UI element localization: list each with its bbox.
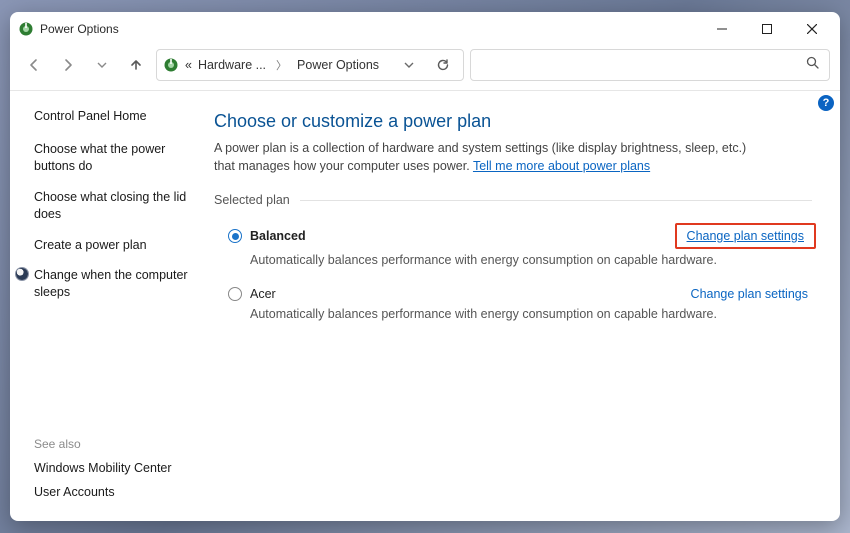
sidebar-link-closing-lid[interactable]: Choose what closing the lid does: [34, 189, 198, 223]
control-panel-home-link[interactable]: Control Panel Home: [34, 109, 198, 123]
power-options-icon: [18, 21, 34, 37]
sidebar-link-computer-sleeps[interactable]: Change when the computer sleeps: [34, 267, 198, 301]
power-plan-balanced: Balanced Change plan settings Automatica…: [214, 217, 812, 279]
page-title: Choose or customize a power plan: [214, 111, 812, 132]
plan-name[interactable]: Acer: [250, 287, 276, 301]
forward-button[interactable]: [54, 51, 82, 79]
divider: [300, 200, 812, 201]
close-button[interactable]: [789, 14, 834, 44]
intro-text: A power plan is a collection of hardware…: [214, 140, 754, 175]
power-options-icon: [163, 57, 179, 73]
see-also-heading: See also: [34, 437, 198, 451]
recent-dropdown[interactable]: [88, 51, 116, 79]
power-plan-acer: Acer Change plan settings Automatically …: [214, 279, 812, 333]
back-button[interactable]: [20, 51, 48, 79]
minimize-button[interactable]: [699, 14, 744, 44]
breadcrumb-segment[interactable]: Power Options: [297, 58, 379, 72]
change-plan-settings-link[interactable]: Change plan settings: [683, 227, 808, 245]
section-label: Selected plan: [214, 193, 300, 207]
sidebar: Control Panel Home Choose what the power…: [10, 91, 210, 521]
see-also-user-accounts[interactable]: User Accounts: [34, 485, 198, 499]
sidebar-link-create-plan[interactable]: Create a power plan: [34, 237, 198, 254]
titlebar: Power Options: [10, 12, 840, 46]
plan-name[interactable]: Balanced: [250, 229, 306, 243]
search-icon: [806, 56, 819, 74]
up-button[interactable]: [122, 51, 150, 79]
refresh-button[interactable]: [429, 51, 457, 79]
plan-description: Automatically balances performance with …: [228, 249, 812, 267]
change-plan-settings-link[interactable]: Change plan settings: [687, 285, 812, 303]
section-header: Selected plan: [214, 193, 812, 207]
address-bar[interactable]: « Hardware ... 〉 Power Options: [156, 49, 464, 81]
breadcrumb-segment[interactable]: Hardware ...: [198, 58, 266, 72]
search-input[interactable]: [470, 49, 830, 81]
help-icon[interactable]: ?: [818, 95, 834, 111]
breadcrumb-prefix: «: [185, 58, 192, 72]
maximize-button[interactable]: [744, 14, 789, 44]
learn-more-link[interactable]: Tell me more about power plans: [473, 159, 650, 173]
radio-balanced[interactable]: [228, 229, 242, 243]
chevron-right-icon: 〉: [272, 57, 291, 73]
toolbar: « Hardware ... 〉 Power Options: [10, 46, 840, 90]
plan-description: Automatically balances performance with …: [228, 303, 812, 321]
highlight-annotation: Change plan settings: [675, 223, 816, 249]
breadcrumb-dropdown[interactable]: [395, 51, 423, 79]
radio-acer[interactable]: [228, 287, 242, 301]
window: Power Options « Hardware ... 〉 Power Opt…: [10, 12, 840, 521]
see-also-mobility-center[interactable]: Windows Mobility Center: [34, 461, 198, 475]
window-title: Power Options: [40, 22, 119, 36]
sidebar-link-power-buttons[interactable]: Choose what the power buttons do: [34, 141, 198, 175]
main-content: Choose or customize a power plan A power…: [210, 91, 840, 521]
